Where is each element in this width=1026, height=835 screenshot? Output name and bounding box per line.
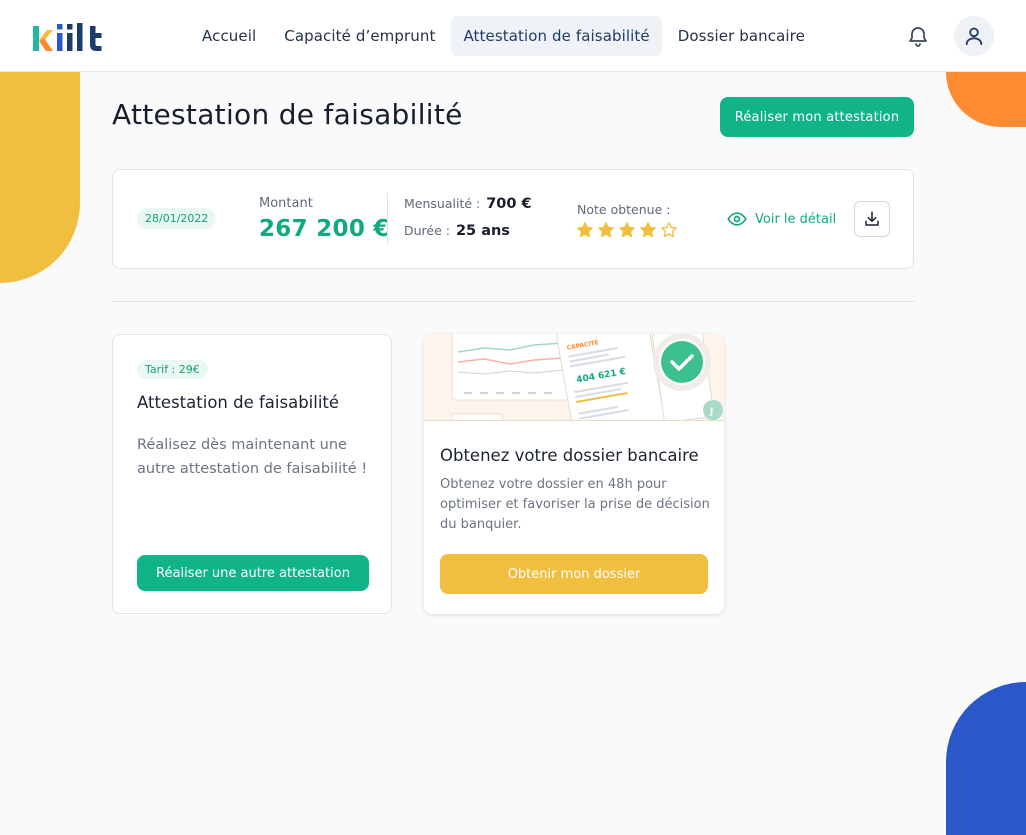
voir-detail-link[interactable]: Voir le détail xyxy=(727,209,836,229)
nav-item-attestation-faisabilite[interactable]: Attestation de faisabilité xyxy=(451,16,662,56)
dossier-card-title: Obtenez votre dossier bancaire xyxy=(440,446,699,465)
decorative-yellow-shape xyxy=(0,72,80,283)
mensualite-value: 700 € xyxy=(486,196,532,212)
svg-text:J: J xyxy=(709,407,713,417)
mensualite-label: Mensualité : xyxy=(404,196,481,211)
date-badge: 28/01/2022 xyxy=(137,208,217,229)
nav-item-accueil[interactable]: Accueil xyxy=(190,16,268,56)
duree-label: Durée : xyxy=(404,223,450,238)
user-avatar-button[interactable] xyxy=(954,16,994,56)
dossier-bancaire-card: CAPACITÉ 404 621 € J Obtenez votre dossi… xyxy=(424,334,724,614)
attestation-card: Tarif : 29€ Attestation de faisabilité R… xyxy=(112,334,392,614)
top-navigation-bar: kiilt Accueil Capacité d’emprunt Attesta… xyxy=(0,0,1026,72)
attestation-card-title: Attestation de faisabilité xyxy=(137,393,340,412)
voir-detail-label: Voir le détail xyxy=(755,211,837,227)
amount-label: Montant xyxy=(259,196,313,211)
decorative-orange-shape xyxy=(946,72,1026,127)
tarif-badge: Tarif : 29€ xyxy=(137,360,208,379)
realiser-autre-attestation-button[interactable]: Réaliser une autre attestation xyxy=(137,555,369,591)
page-title: Attestation de faisabilité xyxy=(112,98,463,131)
amount-value: 267 200 € xyxy=(259,216,390,242)
star-filled-icon xyxy=(619,222,635,238)
nav-item-capacite-emprunt[interactable]: Capacité d’emprunt xyxy=(272,16,447,56)
duree-row: Durée : 25 ans xyxy=(404,223,510,239)
bell-icon[interactable] xyxy=(906,24,930,48)
note-label: Note obtenue : xyxy=(577,202,671,217)
duree-value: 25 ans xyxy=(455,223,510,239)
download-button[interactable] xyxy=(854,201,890,237)
kiilt-logo-mark xyxy=(33,23,102,51)
dossier-card-description: Obtenez votre dossier en 48h pour optimi… xyxy=(440,477,710,532)
user-icon xyxy=(965,27,983,46)
decorative-blue-shape xyxy=(946,682,1026,835)
attestation-summary-card: 28/01/2022 Montant 267 200 € Mensualité … xyxy=(112,169,914,269)
main-nav: Accueil Capacité d’emprunt Attestation d… xyxy=(190,16,817,56)
section-divider xyxy=(112,301,914,302)
attestation-card-description: Réalisez dès maintenant une autre attest… xyxy=(137,437,368,477)
nav-item-dossier-bancaire[interactable]: Dossier bancaire xyxy=(666,16,817,56)
kiilt-logo[interactable]: kiilt xyxy=(33,20,107,52)
eye-icon xyxy=(727,212,747,226)
rating-stars xyxy=(576,221,678,239)
star-filled-icon xyxy=(640,222,656,238)
star-filled-icon xyxy=(577,222,593,238)
dossier-illustration: CAPACITÉ 404 621 € J xyxy=(424,334,724,421)
mensualite-row: Mensualité : 700 € xyxy=(404,196,532,212)
star-filled-icon xyxy=(598,222,614,238)
star-empty-icon xyxy=(661,222,677,238)
download-icon xyxy=(865,211,879,226)
obtenir-dossier-button[interactable]: Obtenir mon dossier xyxy=(440,554,708,594)
summary-divider xyxy=(387,193,388,245)
realiser-attestation-button[interactable]: Réaliser mon attestation xyxy=(720,97,914,137)
